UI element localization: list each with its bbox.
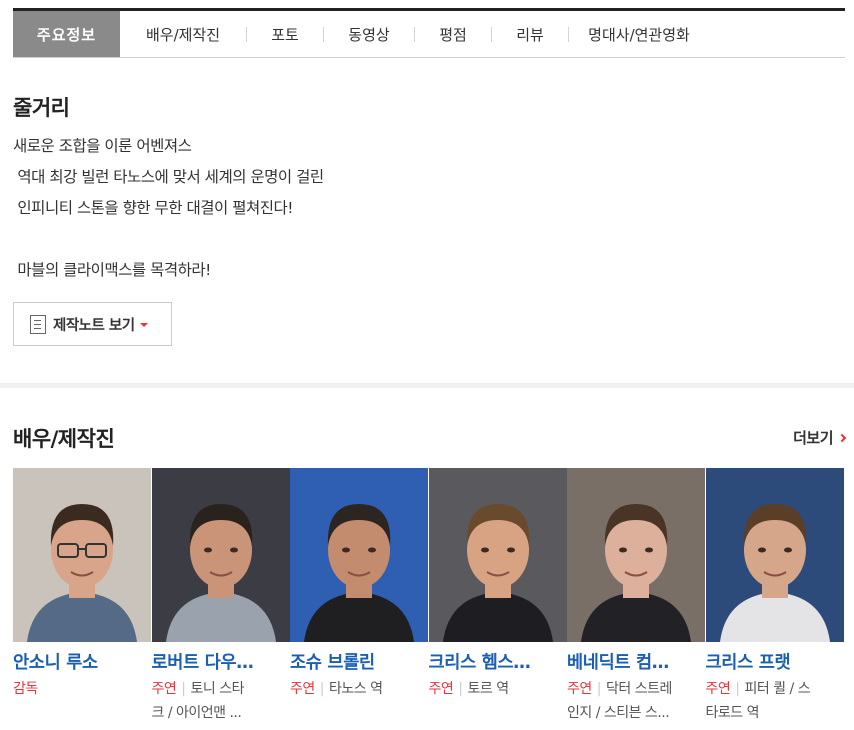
tab-bar: 주요정보 배우/제작진 포토 동영상 평점 리뷰 명대사/연관영화 bbox=[13, 8, 845, 58]
section-divider bbox=[0, 383, 854, 388]
cast-photo[interactable] bbox=[567, 468, 705, 642]
cast-photo[interactable] bbox=[428, 468, 567, 642]
synopsis-line: 인피니티 스톤을 향한 무한 대결이 펼쳐진다! bbox=[13, 199, 293, 217]
tab-5[interactable]: 리뷰 bbox=[492, 11, 568, 57]
cast-card[interactable]: 안소니 루소감독 bbox=[13, 468, 152, 725]
role-type: 주연 bbox=[151, 681, 177, 697]
cast-photo[interactable] bbox=[705, 468, 844, 642]
role-character: 타노스 역 bbox=[328, 681, 383, 697]
document-icon bbox=[30, 314, 46, 334]
role-type: 주연 bbox=[428, 681, 454, 697]
cast-card[interactable]: 크리스 헴스… 주연 | 토르 역 bbox=[428, 468, 568, 725]
tab-2[interactable]: 포토 bbox=[247, 11, 323, 57]
cast-card[interactable]: 조슈 브롤린주연 | 타노스 역 bbox=[290, 468, 429, 725]
role-type: 주연 bbox=[567, 681, 592, 697]
cast-photo[interactable] bbox=[290, 468, 428, 642]
caret-down-icon bbox=[139, 323, 148, 327]
cast-role-info: 감독 bbox=[13, 677, 139, 701]
tab-0[interactable]: 주요정보 bbox=[13, 11, 120, 57]
cast-name[interactable]: 로버트 다우… bbox=[152, 649, 284, 674]
cast-role-info: 주연 | 닥터 스트레인지 / 스티븐 스... bbox=[567, 677, 693, 725]
cast-name[interactable]: 크리스 헴스… bbox=[429, 649, 561, 674]
role-character: 닥터 스트레 bbox=[605, 681, 672, 697]
role-type: 감독 bbox=[13, 681, 38, 697]
more-label: 더보기 bbox=[793, 429, 833, 447]
cast-photo[interactable] bbox=[151, 468, 290, 642]
cast-role-info: 주연 | 토르 역 bbox=[429, 677, 555, 701]
cast-name[interactable]: 베네딕트 컴… bbox=[567, 649, 699, 674]
role-character: 토니 스타 bbox=[190, 681, 244, 697]
cast-name[interactable]: 안소니 루소 bbox=[13, 649, 145, 674]
cast-name[interactable]: 크리스 프랫 bbox=[706, 649, 838, 674]
role-separator: | bbox=[596, 681, 602, 697]
role-character: 피터 퀼 / 스 bbox=[744, 681, 811, 697]
role-character-cont: 크 / 아이언맨 ... bbox=[151, 705, 242, 721]
role-separator: | bbox=[458, 681, 463, 697]
role-character-cont: 타로드 역 bbox=[705, 705, 760, 721]
production-note-button[interactable]: 제작노트 보기 bbox=[13, 302, 172, 346]
cast-section-title: 배우/제작진 bbox=[13, 427, 115, 451]
tab-1[interactable]: 배우/제작진 bbox=[120, 11, 246, 57]
synopsis-line: 역대 최강 빌런 타노스에 맞서 세계의 운명이 걸린 bbox=[13, 168, 324, 186]
synopsis-body: 새로운 조합을 이룬 어벤져스 역대 최강 빌런 타노스에 맞서 세계의 운명이… bbox=[13, 131, 833, 286]
synopsis-line bbox=[13, 224, 833, 255]
synopsis-line: 마블의 클라이맥스를 목격하라! bbox=[13, 261, 211, 279]
role-separator: | bbox=[181, 681, 186, 697]
role-character-cont: 인지 / 스티븐 스... bbox=[567, 705, 670, 721]
role-type: 주연 bbox=[290, 681, 315, 697]
tab-6[interactable]: 명대사/연관영화 bbox=[569, 11, 709, 57]
tab-3[interactable]: 동영상 bbox=[324, 11, 414, 57]
role-type: 주연 bbox=[705, 681, 731, 697]
cast-role-info: 주연 | 피터 퀼 / 스타로드 역 bbox=[706, 677, 832, 725]
synopsis-line: 새로운 조합을 이룬 어벤져스 bbox=[13, 137, 192, 155]
cast-name[interactable]: 조슈 브롤린 bbox=[290, 649, 422, 674]
cast-photo[interactable] bbox=[13, 468, 151, 642]
chevron-right-icon bbox=[837, 433, 847, 442]
cast-card[interactable]: 베네딕트 컴… 주연 | 닥터 스트레인지 / 스티븐 스... bbox=[567, 468, 706, 725]
tab-4[interactable]: 평점 bbox=[415, 11, 491, 57]
production-note-label: 제작노트 보기 bbox=[53, 317, 135, 334]
more-link[interactable]: 더보기 bbox=[793, 427, 847, 448]
role-character: 토르 역 bbox=[467, 681, 509, 697]
role-separator: | bbox=[319, 681, 325, 697]
cast-card[interactable]: 로버트 다우… 주연 | 토니 스타크 / 아이언맨 ... bbox=[151, 468, 291, 725]
cast-card[interactable]: 크리스 프랫주연 | 피터 퀼 / 스타로드 역 bbox=[705, 468, 845, 725]
cast-role-info: 주연 | 타노스 역 bbox=[290, 677, 416, 701]
role-separator: | bbox=[735, 681, 740, 697]
cast-role-info: 주연 | 토니 스타크 / 아이언맨 ... bbox=[152, 677, 278, 725]
synopsis-title: 줄거리 bbox=[13, 96, 70, 120]
cast-list: 안소니 루소 감독 로버트 다우… 주연 | 토니 스타 크 / 아이언맨 ... 조슈 브롤… bbox=[13, 468, 853, 725]
